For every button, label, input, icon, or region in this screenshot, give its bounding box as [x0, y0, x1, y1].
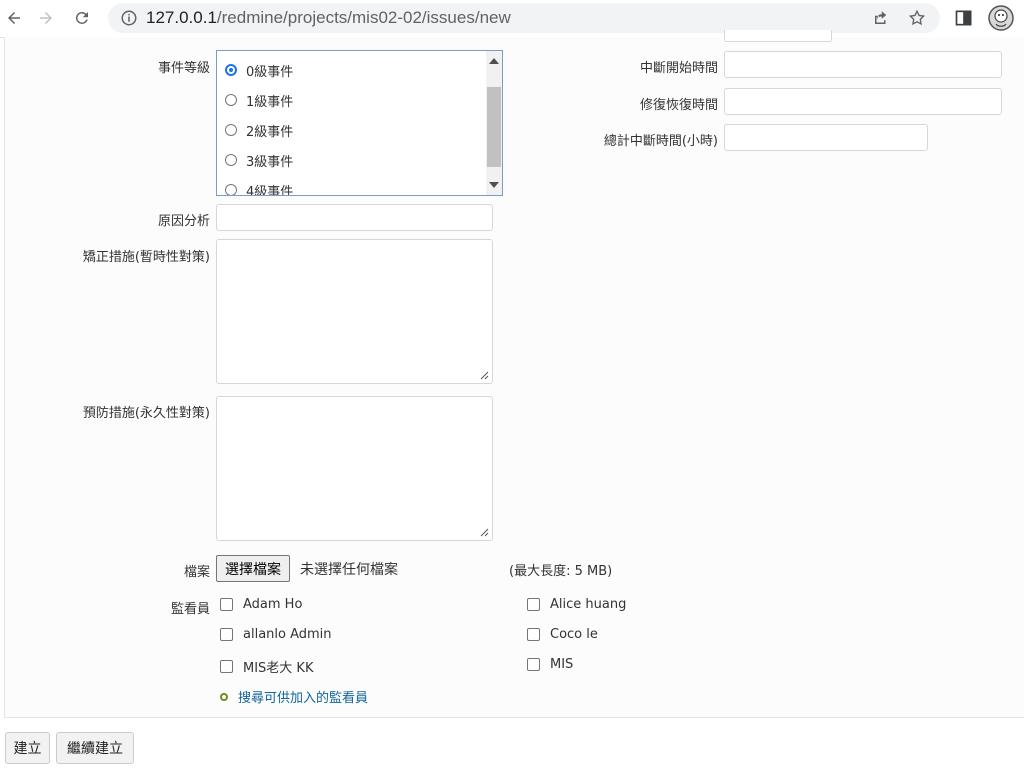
- checkbox-icon[interactable]: [220, 660, 233, 673]
- checkbox-icon[interactable]: [527, 658, 540, 671]
- event-level-option[interactable]: 1級事件: [225, 91, 293, 110]
- side-panel-icon[interactable]: [954, 8, 974, 28]
- watcher-checkbox[interactable]: MIS: [527, 657, 573, 672]
- event-level-option[interactable]: 3級事件: [225, 151, 293, 170]
- corrective-textarea[interactable]: [216, 239, 493, 384]
- create-button[interactable]: 建立: [5, 732, 50, 764]
- watcher-checkbox[interactable]: MIS老大 KK: [220, 657, 314, 676]
- event-level-option[interactable]: 2級事件: [225, 121, 293, 140]
- resize-grip-icon[interactable]: [480, 528, 489, 537]
- add-circle-icon: [220, 692, 228, 701]
- site-info-icon[interactable]: [120, 9, 138, 27]
- listbox-scrollbar[interactable]: [486, 51, 502, 195]
- resize-grip-icon[interactable]: [480, 371, 489, 380]
- reload-icon[interactable]: [70, 6, 94, 30]
- watcher-checkbox[interactable]: Alice huang: [527, 597, 626, 612]
- scrollbar-thumb[interactable]: [487, 87, 501, 167]
- cause-analysis-label: 原因分析: [157, 214, 210, 229]
- event-level-listbox[interactable]: 0級事件 1級事件 2級事件 3級事件 4級事件: [216, 50, 503, 196]
- choose-file-button[interactable]: 選擇檔案: [216, 555, 290, 582]
- scroll-down-arrow-icon[interactable]: [489, 182, 499, 188]
- checkbox-icon[interactable]: [527, 598, 540, 611]
- preventive-textarea[interactable]: [216, 396, 493, 541]
- bookmark-star-icon[interactable]: [908, 9, 926, 27]
- radio-icon[interactable]: [225, 94, 237, 106]
- profile-avatar-icon[interactable]: [988, 5, 1014, 31]
- scroll-up-arrow-icon[interactable]: [489, 58, 499, 64]
- cause-analysis-input[interactable]: [216, 204, 493, 231]
- checkbox-icon[interactable]: [220, 628, 233, 641]
- search-watchers-link[interactable]: 搜尋可供加入的監看員: [220, 687, 368, 706]
- radio-icon[interactable]: [225, 154, 237, 166]
- watcher-checkbox[interactable]: allanlo Admin: [220, 627, 332, 642]
- watchers-label: 監看員: [170, 602, 210, 617]
- browser-toolbar: 127.0.0.1/redmine/projects/mis02-02/issu…: [0, 0, 1024, 38]
- partial-field-above[interactable]: [724, 30, 832, 42]
- interrupt-start-label: 中斷開始時間: [639, 61, 718, 76]
- url-path: /redmine/projects/mis02-02/issues/new: [216, 8, 511, 27]
- forward-arrow-icon[interactable]: [34, 6, 58, 30]
- continue-create-button[interactable]: 繼續建立: [56, 732, 134, 764]
- no-file-text: 未選擇任何檔案: [300, 562, 398, 578]
- files-label: 檔案: [183, 565, 210, 580]
- address-bar[interactable]: 127.0.0.1/redmine/projects/mis02-02/issu…: [108, 3, 940, 33]
- total-interrupt-label: 總計中斷時間(小時): [603, 134, 718, 149]
- corrective-label: 矯正措施(暫時性對策): [82, 250, 210, 265]
- max-size-text: (最大長度: 5 MB): [509, 564, 613, 579]
- watcher-checkbox[interactable]: Coco le: [527, 627, 598, 642]
- event-level-option[interactable]: 4級事件: [225, 181, 293, 195]
- radio-icon[interactable]: [225, 124, 237, 136]
- back-arrow-icon[interactable]: [2, 6, 26, 30]
- checkbox-icon[interactable]: [220, 598, 233, 611]
- interrupt-start-input[interactable]: [724, 51, 1002, 78]
- repair-time-input[interactable]: [724, 88, 1002, 115]
- event-level-option[interactable]: 0級事件: [225, 61, 293, 80]
- repair-time-label: 修復恢復時間: [639, 98, 718, 113]
- url-text: 127.0.0.1/redmine/projects/mis02-02/issu…: [146, 8, 511, 28]
- event-level-label: 事件等級: [157, 61, 210, 76]
- radio-icon[interactable]: [225, 184, 237, 195]
- watcher-checkbox[interactable]: Adam Ho: [220, 597, 302, 612]
- radio-selected-icon[interactable]: [225, 64, 237, 76]
- share-icon[interactable]: [872, 9, 890, 27]
- total-interrupt-input[interactable]: [724, 124, 928, 151]
- checkbox-icon[interactable]: [527, 628, 540, 641]
- preventive-label: 預防措施(永久性對策): [82, 406, 210, 421]
- url-host: 127.0.0.1: [146, 8, 217, 27]
